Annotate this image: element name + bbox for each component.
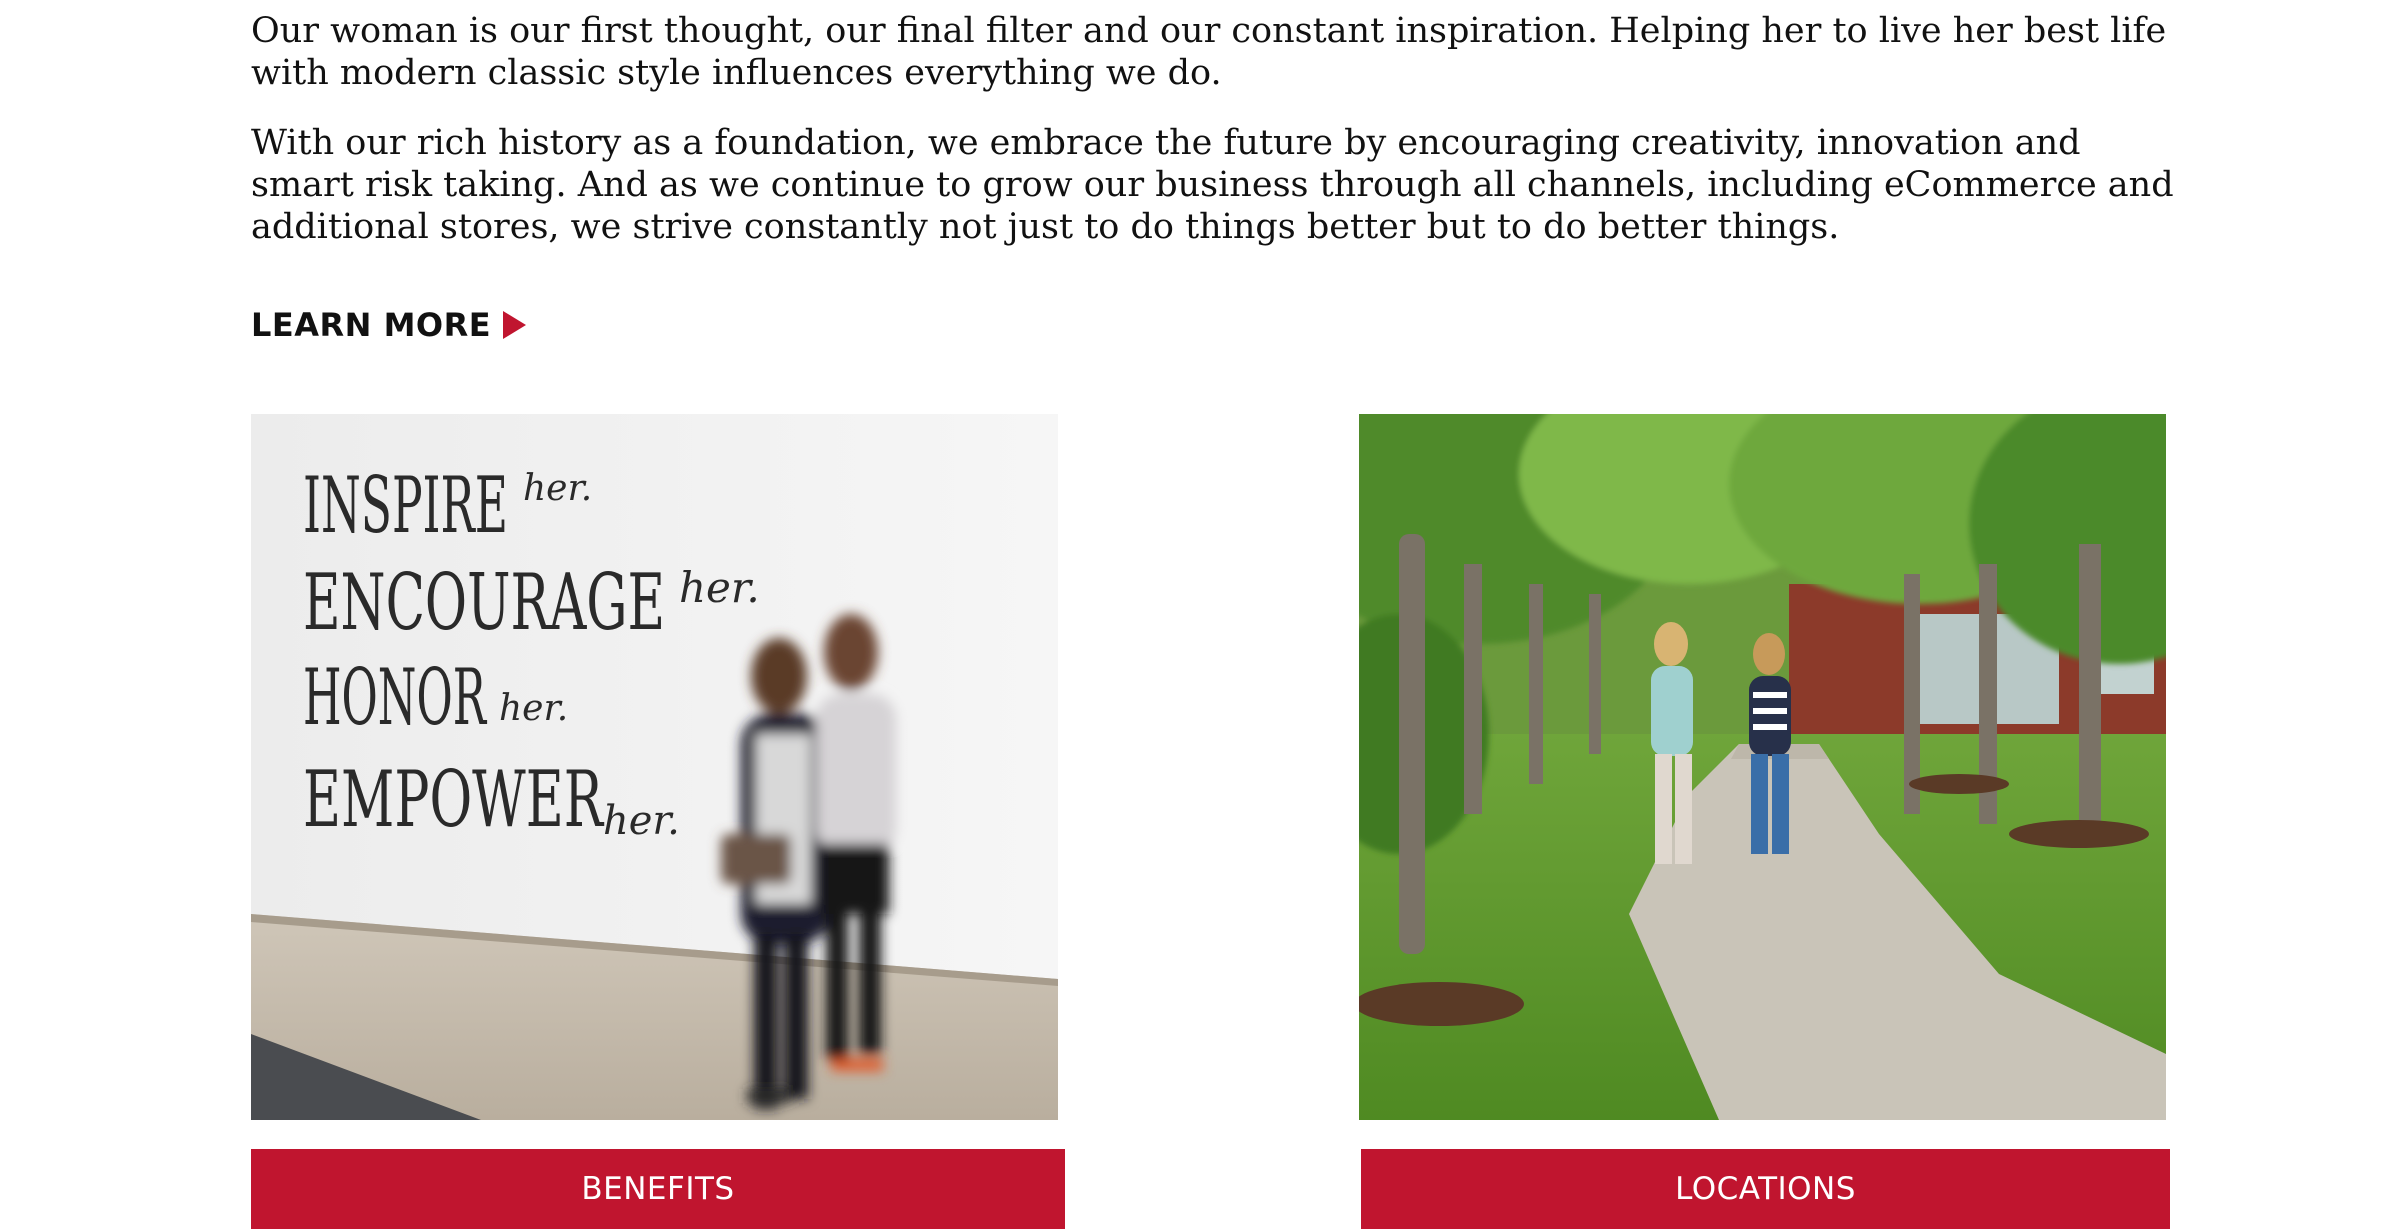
wall-word-3: HONOR xyxy=(303,653,487,743)
campus-path-photo xyxy=(1359,414,2166,1120)
intro-copy: Our woman is our first thought, our fina… xyxy=(251,10,2181,248)
learn-more-label: LEARN MORE xyxy=(251,306,492,344)
intro-paragraph-2: With our rich history as a foundation, w… xyxy=(251,123,2174,247)
benefits-button[interactable]: BENEFITS xyxy=(251,1149,1065,1229)
wall-her-1: her. xyxy=(523,468,592,509)
triangle-right-icon xyxy=(503,311,527,339)
wall-her-3: her. xyxy=(499,688,568,729)
wall-word-4: EMPOWER xyxy=(303,755,605,845)
learn-more-link[interactable]: LEARN MORE xyxy=(251,306,527,344)
page: Our woman is our first thought, our fina… xyxy=(0,0,2400,1229)
wall-her-4: her. xyxy=(603,798,680,844)
wall-word-1: INSPIRE xyxy=(303,461,508,551)
intro-paragraph-1: Our woman is our first thought, our fina… xyxy=(251,11,2167,93)
wall-her-2: her. xyxy=(679,563,760,612)
wall-word-2: ENCOURAGE xyxy=(303,558,665,648)
office-wall-photo: INSPIRE her. ENCOURAGE her. HONOR her. E… xyxy=(251,414,1058,1120)
locations-button[interactable]: LOCATIONS xyxy=(1361,1149,2170,1229)
